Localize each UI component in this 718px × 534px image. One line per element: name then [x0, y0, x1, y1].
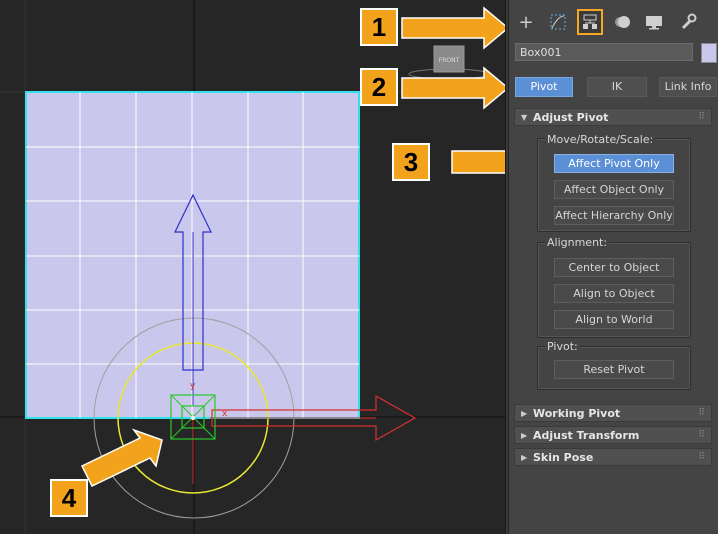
group-label-alignment: Alignment:: [545, 236, 610, 249]
group-label-pivot: Pivot:: [545, 340, 580, 353]
rollout-collapse-icon: ▼: [521, 113, 528, 122]
motion-icon[interactable]: [609, 9, 635, 35]
create-icon[interactable]: +: [513, 9, 539, 35]
x-axis-label: x: [222, 409, 228, 419]
rollout-working-pivot[interactable]: ▶ Working Pivot ⠿: [514, 404, 712, 422]
reset-pivot-button[interactable]: Reset Pivot: [554, 360, 674, 379]
hierarchy-icon[interactable]: [577, 9, 603, 35]
view-cube-label: FRONT: [439, 57, 460, 64]
tab-link-info[interactable]: Link Info: [659, 77, 717, 97]
rollout-title: Working Pivot: [533, 407, 621, 420]
align-to-object-button[interactable]: Align to Object: [554, 284, 674, 303]
rollout-title: Adjust Pivot: [533, 111, 609, 124]
command-panel-tabs: +: [509, 0, 718, 40]
callout-1-arrow: [401, 6, 506, 50]
tab-pivot[interactable]: Pivot: [515, 77, 573, 97]
rollout-title: Skin Pose: [533, 451, 594, 464]
object-name-field[interactable]: Box001: [515, 43, 693, 61]
affect-hierarchy-only-button[interactable]: Affect Hierarchy Only: [554, 206, 674, 225]
object-color-swatch[interactable]: [701, 43, 717, 63]
rollout-drag-handle-icon[interactable]: ⠿: [698, 109, 705, 126]
command-panel: + Box001 Pivot IK Link Info ▼ Adjust Piv…: [508, 0, 718, 534]
viewport-canvas[interactable]: x y FRONT: [0, 0, 506, 534]
modify-icon[interactable]: [545, 9, 571, 35]
display-icon[interactable]: [641, 9, 667, 35]
utilities-icon[interactable]: [675, 9, 701, 35]
callout-1: 1: [360, 8, 398, 46]
callout-2: 2: [360, 68, 398, 106]
center-to-object-button[interactable]: Center to Object: [554, 258, 674, 277]
callout-4: 4: [50, 479, 88, 517]
callout-3-arrow: [451, 150, 506, 174]
rollout-expand-icon: ▶: [521, 409, 528, 418]
viewport-front[interactable]: x y FRONT 1 2 3 4: [0, 0, 506, 534]
callout-3: 3: [392, 143, 430, 181]
view-cube[interactable]: FRONT: [408, 45, 490, 80]
affect-object-only-button[interactable]: Affect Object Only: [554, 180, 674, 199]
rollout-title: Adjust Transform: [533, 429, 640, 442]
rollout-expand-icon: ▶: [521, 453, 528, 462]
affect-pivot-only-button[interactable]: Affect Pivot Only: [554, 154, 674, 173]
rollout-expand-icon: ▶: [521, 431, 528, 440]
rollout-skin-pose[interactable]: ▶ Skin Pose ⠿: [514, 448, 712, 466]
rollout-adjust-pivot[interactable]: ▼ Adjust Pivot ⠿: [514, 108, 712, 126]
y-axis-label: y: [190, 381, 196, 391]
callout-4-arrow: [80, 428, 163, 487]
tab-ik[interactable]: IK: [587, 77, 647, 97]
align-to-world-button[interactable]: Align to World: [554, 310, 674, 329]
rollout-drag-handle-icon[interactable]: ⠿: [698, 449, 705, 466]
callout-2-arrow: [401, 66, 506, 110]
pivot-point: [191, 416, 195, 420]
rollout-adjust-transform[interactable]: ▶ Adjust Transform ⠿: [514, 426, 712, 444]
group-label-move-rotate-scale: Move/Rotate/Scale:: [545, 133, 656, 146]
rollout-drag-handle-icon[interactable]: ⠿: [698, 427, 705, 444]
rollout-drag-handle-icon[interactable]: ⠿: [698, 405, 705, 422]
